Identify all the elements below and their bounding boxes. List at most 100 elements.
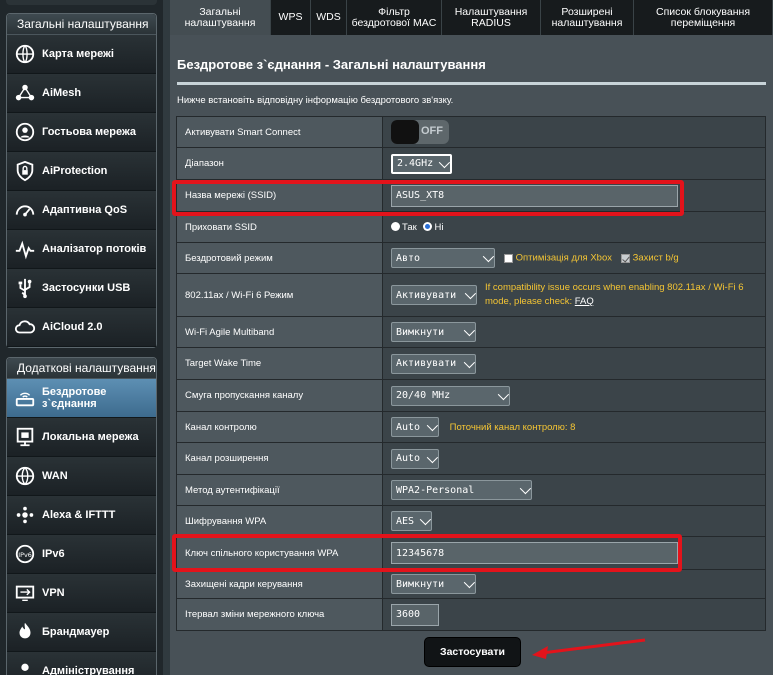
sidebar-item-aicloud[interactable]: AiCloud 2.0 [7,308,156,347]
bandwidth-select[interactable]: 20/40 MHz [391,385,510,406]
aimesh-icon [12,80,38,106]
sidebar-item-label: AiMesh [42,87,82,99]
bg-protection-checkbox[interactable] [620,253,630,263]
sidebar-item-label: Аналізатор потоків [42,243,147,255]
sidebar-item-vpn[interactable]: VPN [7,574,156,613]
wireless-mode-select[interactable]: Авто [391,248,495,268]
key-rotation-cell: 3600 [382,598,766,631]
hide-ssid-yes-radio[interactable] [391,222,400,232]
sidebar-item-label: Карта мережі [42,48,114,60]
extension-channel-select[interactable]: Auto [391,448,439,469]
sidebar-item-adaptive-qos[interactable]: Адаптивна QoS [7,191,156,230]
agile-multiband-value: Вимкнути [396,326,445,338]
tab-bar: Загальні налаштування WPS WDS Фільтр без… [170,0,773,35]
band-select[interactable]: 2.4GHz [391,153,452,174]
sidebar-item-network-map[interactable]: Карта мережі [7,35,156,74]
sidebar-item-wan[interactable]: WAN [7,457,156,496]
band-cell: 2.4GHz [382,147,766,180]
auth-method-label: Метод аутентифікації [176,474,383,506]
bandwidth-cell: 20/40 MHz [382,379,766,412]
extension-channel-label: Канал розширення [176,442,383,475]
xbox-optimization-checkbox[interactable] [503,253,513,263]
sidebar-item-ipv6[interactable]: IPv6 IPv6 [7,535,156,574]
sidebar-item-label: Локальна мережа [42,431,139,443]
sidebar-item-label: AiProtection [42,165,108,177]
tab-radius[interactable]: Налаштування RADIUS [442,0,541,35]
sidebar-item-administration[interactable]: Адміністрування [7,652,156,675]
sidebar-item-label: Брандмауер [42,626,110,638]
tab-wps[interactable]: WPS [271,0,311,35]
wireless-mode-value: Авто [396,252,421,264]
hide-ssid-yes-label: Так [402,221,417,233]
toggle-knob [391,120,419,144]
agile-multiband-select[interactable]: Вимкнути [391,322,476,342]
sidebar-item-aiprotection[interactable]: AiProtection [7,152,156,191]
settings-table: Активувати Smart Connect OFF Діапазон 2.… [176,116,766,631]
sidebar-item-usb-apps[interactable]: Застосунки USB [7,269,156,308]
arrow-annotation-icon [532,638,646,659]
tab-professional[interactable]: Розширені налаштування [541,0,634,35]
row-wireless-mode: Бездротовий режим Авто Оптимізація для X… [176,242,766,274]
row-wpa-key: Ключ спільного користування WPA 12345678 [176,536,766,570]
usb-icon [12,275,38,301]
encryption-value: AES [396,515,415,527]
sidebar-item-alexa-ifttt[interactable]: Alexa & IFTTT [7,496,156,535]
smart-connect-label: Активувати Smart Connect [176,116,383,148]
agile-multiband-label: Wi-Fi Agile Multiband [176,316,383,348]
smart-connect-cell: OFF [382,116,766,148]
pmf-select[interactable]: Вимкнути [391,574,476,594]
tab-general[interactable]: Загальні налаштування [170,0,271,35]
smart-connect-toggle[interactable]: OFF [391,120,449,144]
chevron-down-icon [463,324,476,337]
chevron-down-icon [438,156,451,168]
row-hide-ssid: Приховати SSID Так Ні [176,211,766,243]
sidebar-item-label: VPN [42,587,65,599]
tab-wds[interactable]: WDS [311,0,347,35]
encryption-select[interactable]: AES [391,511,432,531]
chevron-down-icon [426,451,439,463]
agile-multiband-cell: Вимкнути [382,316,766,348]
sidebar-item-guest-network[interactable]: Гостьова мережа [7,113,156,152]
tab-roaming-block-list[interactable]: Список блокування переміщення [634,0,773,35]
sidebar-item-wireless[interactable]: Бездротове з`єднання [7,379,156,418]
wpa-key-input[interactable]: 12345678 [391,542,678,564]
faq-link[interactable]: FAQ [575,296,594,307]
admin-icon [12,658,38,675]
current-control-channel: Поточний канал контролю: 8 [449,421,576,433]
target-wake-time-value: Активувати [396,358,457,369]
key-rotation-input[interactable]: 3600 [391,603,439,626]
wireless-icon [12,385,38,411]
target-wake-time-select[interactable]: Активувати [391,353,476,374]
bandwidth-label: Смуга пропускання каналу [176,379,383,412]
sidebar-item-aimesh[interactable]: AiMesh [7,74,156,113]
pmf-value: Вимкнути [396,578,445,590]
chevron-down-icon [419,513,432,526]
row-extension-channel: Канал розширення Auto [176,442,766,475]
key-rotation-label: Ітервал зміни мережного ключа [176,598,383,631]
pmf-cell: Вимкнути [382,569,766,599]
apply-button[interactable]: Застосувати [424,637,521,667]
toggle-state: OFF [421,125,443,137]
sidebar-item-traffic-analyzer[interactable]: Аналізатор потоків [7,230,156,269]
chevron-down-icon [463,576,476,589]
hide-ssid-no-radio[interactable] [423,222,433,232]
sidebar-item-firewall[interactable]: Брандмауер [7,613,156,652]
auth-method-cell: WPA2-Personal [382,474,766,506]
sidebar-item-lan[interactable]: Локальна мережа [7,418,156,457]
band-label: Діапазон [176,147,383,180]
row-band: Діапазон 2.4GHz [176,147,766,180]
ax-mode-label: 802.11ax / Wi-Fi 6 Режим [176,273,383,317]
auth-method-select[interactable]: WPA2-Personal [391,480,532,500]
control-channel-cell: Auto Поточний канал контролю: 8 [382,411,766,443]
row-pmf: Захищені кадри керування Вимкнути [176,569,766,599]
target-wake-time-label: Target Wake Time [176,347,383,380]
ipv6-icon: IPv6 [12,541,38,567]
hide-ssid-no-label: Ні [434,221,444,233]
tab-mac-filter[interactable]: Фільтр бездротової MAC [347,0,442,35]
control-channel-select[interactable]: Auto [391,417,439,437]
ax-mode-select[interactable]: Активувати [391,285,477,305]
qos-gauge-icon [12,197,38,223]
guest-network-icon [12,119,38,145]
ssid-input[interactable]: ASUS_XT8 [391,184,678,207]
sidebar-item-label: Гостьова мережа [42,126,137,138]
